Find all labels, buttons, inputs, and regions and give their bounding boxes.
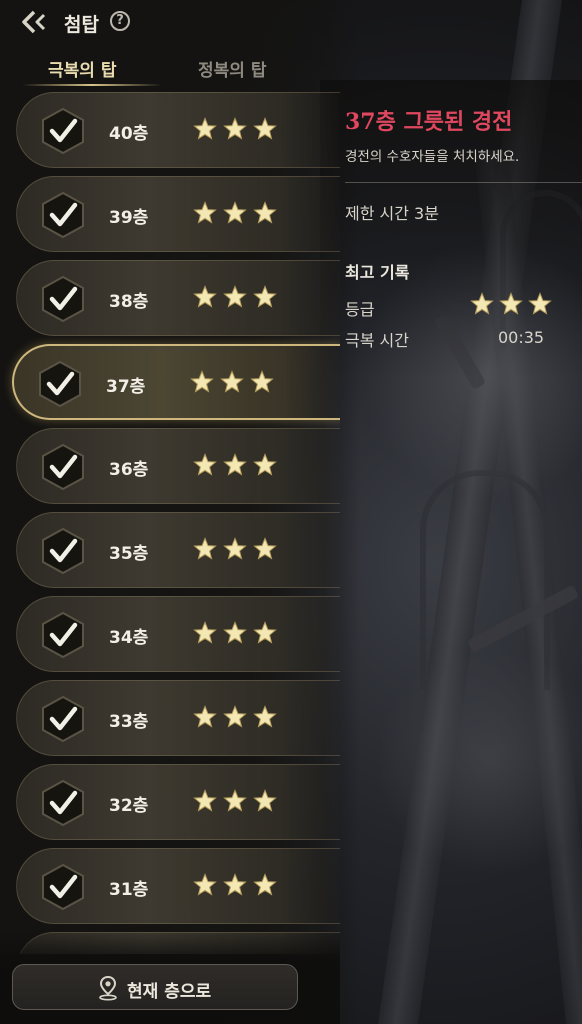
- floor-label: 36층: [109, 460, 149, 480]
- floor-stars: [193, 537, 277, 561]
- back-button[interactable]: [18, 8, 52, 36]
- floor-label: 40층: [109, 124, 149, 144]
- star-icon: [253, 453, 277, 476]
- floor-stars: [190, 370, 274, 394]
- checkmark-badge-icon: [42, 443, 84, 491]
- grade-label: 등급: [345, 300, 375, 319]
- floor-stars: [193, 873, 277, 897]
- conquer-time-value: 00:35: [498, 328, 545, 347]
- star-icon: [223, 285, 247, 308]
- checkmark-badge-icon: [42, 527, 84, 575]
- star-icon: [220, 370, 244, 393]
- location-pin-icon: [99, 975, 117, 1001]
- checkmark-badge-icon: [42, 191, 84, 239]
- star-icon: [193, 873, 217, 896]
- star-icon: [253, 873, 277, 896]
- floor-label: 38층: [109, 292, 149, 312]
- floor-row-38[interactable]: 38층: [16, 260, 340, 336]
- star-icon: [193, 117, 217, 140]
- checkmark-badge-icon: [42, 695, 84, 743]
- star-icon: [253, 117, 277, 140]
- checkmark-badge-icon: [39, 360, 81, 408]
- star-icon: [250, 370, 274, 393]
- floor-stars: [193, 453, 277, 477]
- back-chevron-icon: [22, 10, 46, 34]
- floor-row-39[interactable]: 39층: [16, 176, 340, 252]
- star-icon: [193, 201, 217, 224]
- floor-row-40[interactable]: 40층: [16, 92, 340, 168]
- checkmark-badge-icon: [42, 275, 84, 323]
- floor-stars: [193, 705, 277, 729]
- floor-stars: [193, 117, 277, 141]
- floor-row-37[interactable]: 37층: [12, 344, 340, 420]
- star-icon: [253, 705, 277, 728]
- star-icon: [193, 705, 217, 728]
- star-icon: [193, 285, 217, 308]
- star-icon: [190, 370, 214, 393]
- floor-label: 32층: [109, 796, 149, 816]
- floor-label: 31층: [109, 880, 149, 900]
- floor-label: 35층: [109, 544, 149, 564]
- star-icon: [223, 537, 247, 560]
- star-icon: [223, 117, 247, 140]
- floor-row-34[interactable]: 34층: [16, 596, 340, 672]
- floor-row-33[interactable]: 33층: [16, 680, 340, 756]
- floor-label: 39층: [109, 208, 149, 228]
- floor-row-32[interactable]: 32층: [16, 764, 340, 840]
- star-icon: [223, 201, 247, 224]
- checkmark-badge-icon: [42, 611, 84, 659]
- floor-row-31[interactable]: 31층: [16, 848, 340, 924]
- star-icon: [253, 537, 277, 560]
- star-icon: [223, 789, 247, 812]
- header: 첨탑 ?: [0, 0, 582, 44]
- star-icon: [499, 292, 523, 315]
- active-tab-underline: [22, 84, 162, 86]
- grade-stars: [470, 292, 552, 316]
- checkmark-badge-icon: [42, 779, 84, 827]
- floor-row-36[interactable]: 36층: [16, 428, 340, 504]
- star-icon: [193, 621, 217, 644]
- floor-row-35[interactable]: 35층: [16, 512, 340, 588]
- star-icon: [223, 705, 247, 728]
- conquer-time-label: 극복 시간: [345, 331, 409, 350]
- floor-stars: [193, 621, 277, 645]
- floor-detail-title: 37층 그릇된 경전: [345, 109, 513, 135]
- best-record-title: 최고 기록: [345, 263, 410, 282]
- checkmark-badge-icon: [42, 107, 84, 155]
- star-icon: [528, 292, 552, 315]
- go-to-current-floor-button[interactable]: 현재 층으로: [12, 964, 298, 1010]
- floor-label: 37층: [106, 377, 146, 397]
- tab-overcome-tower[interactable]: 극복의 탑: [48, 56, 116, 81]
- page-title: 첨탑: [64, 14, 99, 36]
- star-icon: [193, 789, 217, 812]
- star-icon: [470, 292, 494, 315]
- tab-conquest-tower[interactable]: 정복의 탑: [198, 56, 266, 81]
- floor-label: 34층: [109, 628, 149, 648]
- star-icon: [253, 285, 277, 308]
- detail-divider: [345, 182, 582, 183]
- floor-stars: [193, 789, 277, 813]
- floor-detail-description: 경전의 수호자들을 처치하세요.: [345, 149, 520, 165]
- star-icon: [223, 873, 247, 896]
- star-icon: [253, 789, 277, 812]
- floor-stars: [193, 201, 277, 225]
- checkmark-badge-icon: [42, 863, 84, 911]
- star-icon: [253, 621, 277, 644]
- star-icon: [193, 453, 217, 476]
- star-icon: [223, 621, 247, 644]
- star-icon: [253, 201, 277, 224]
- floor-label: 33층: [109, 712, 149, 732]
- floor-stars: [193, 285, 277, 309]
- time-limit-text: 제한 시간 3분: [345, 204, 439, 223]
- star-icon: [193, 537, 217, 560]
- help-icon[interactable]: ?: [110, 11, 130, 31]
- floor-list[interactable]: 40층 39층 38층 37층 36층 35층 34층 33층 32층 31층: [0, 92, 340, 954]
- go-to-current-floor-label: 현재 층으로: [127, 982, 212, 1002]
- star-icon: [223, 453, 247, 476]
